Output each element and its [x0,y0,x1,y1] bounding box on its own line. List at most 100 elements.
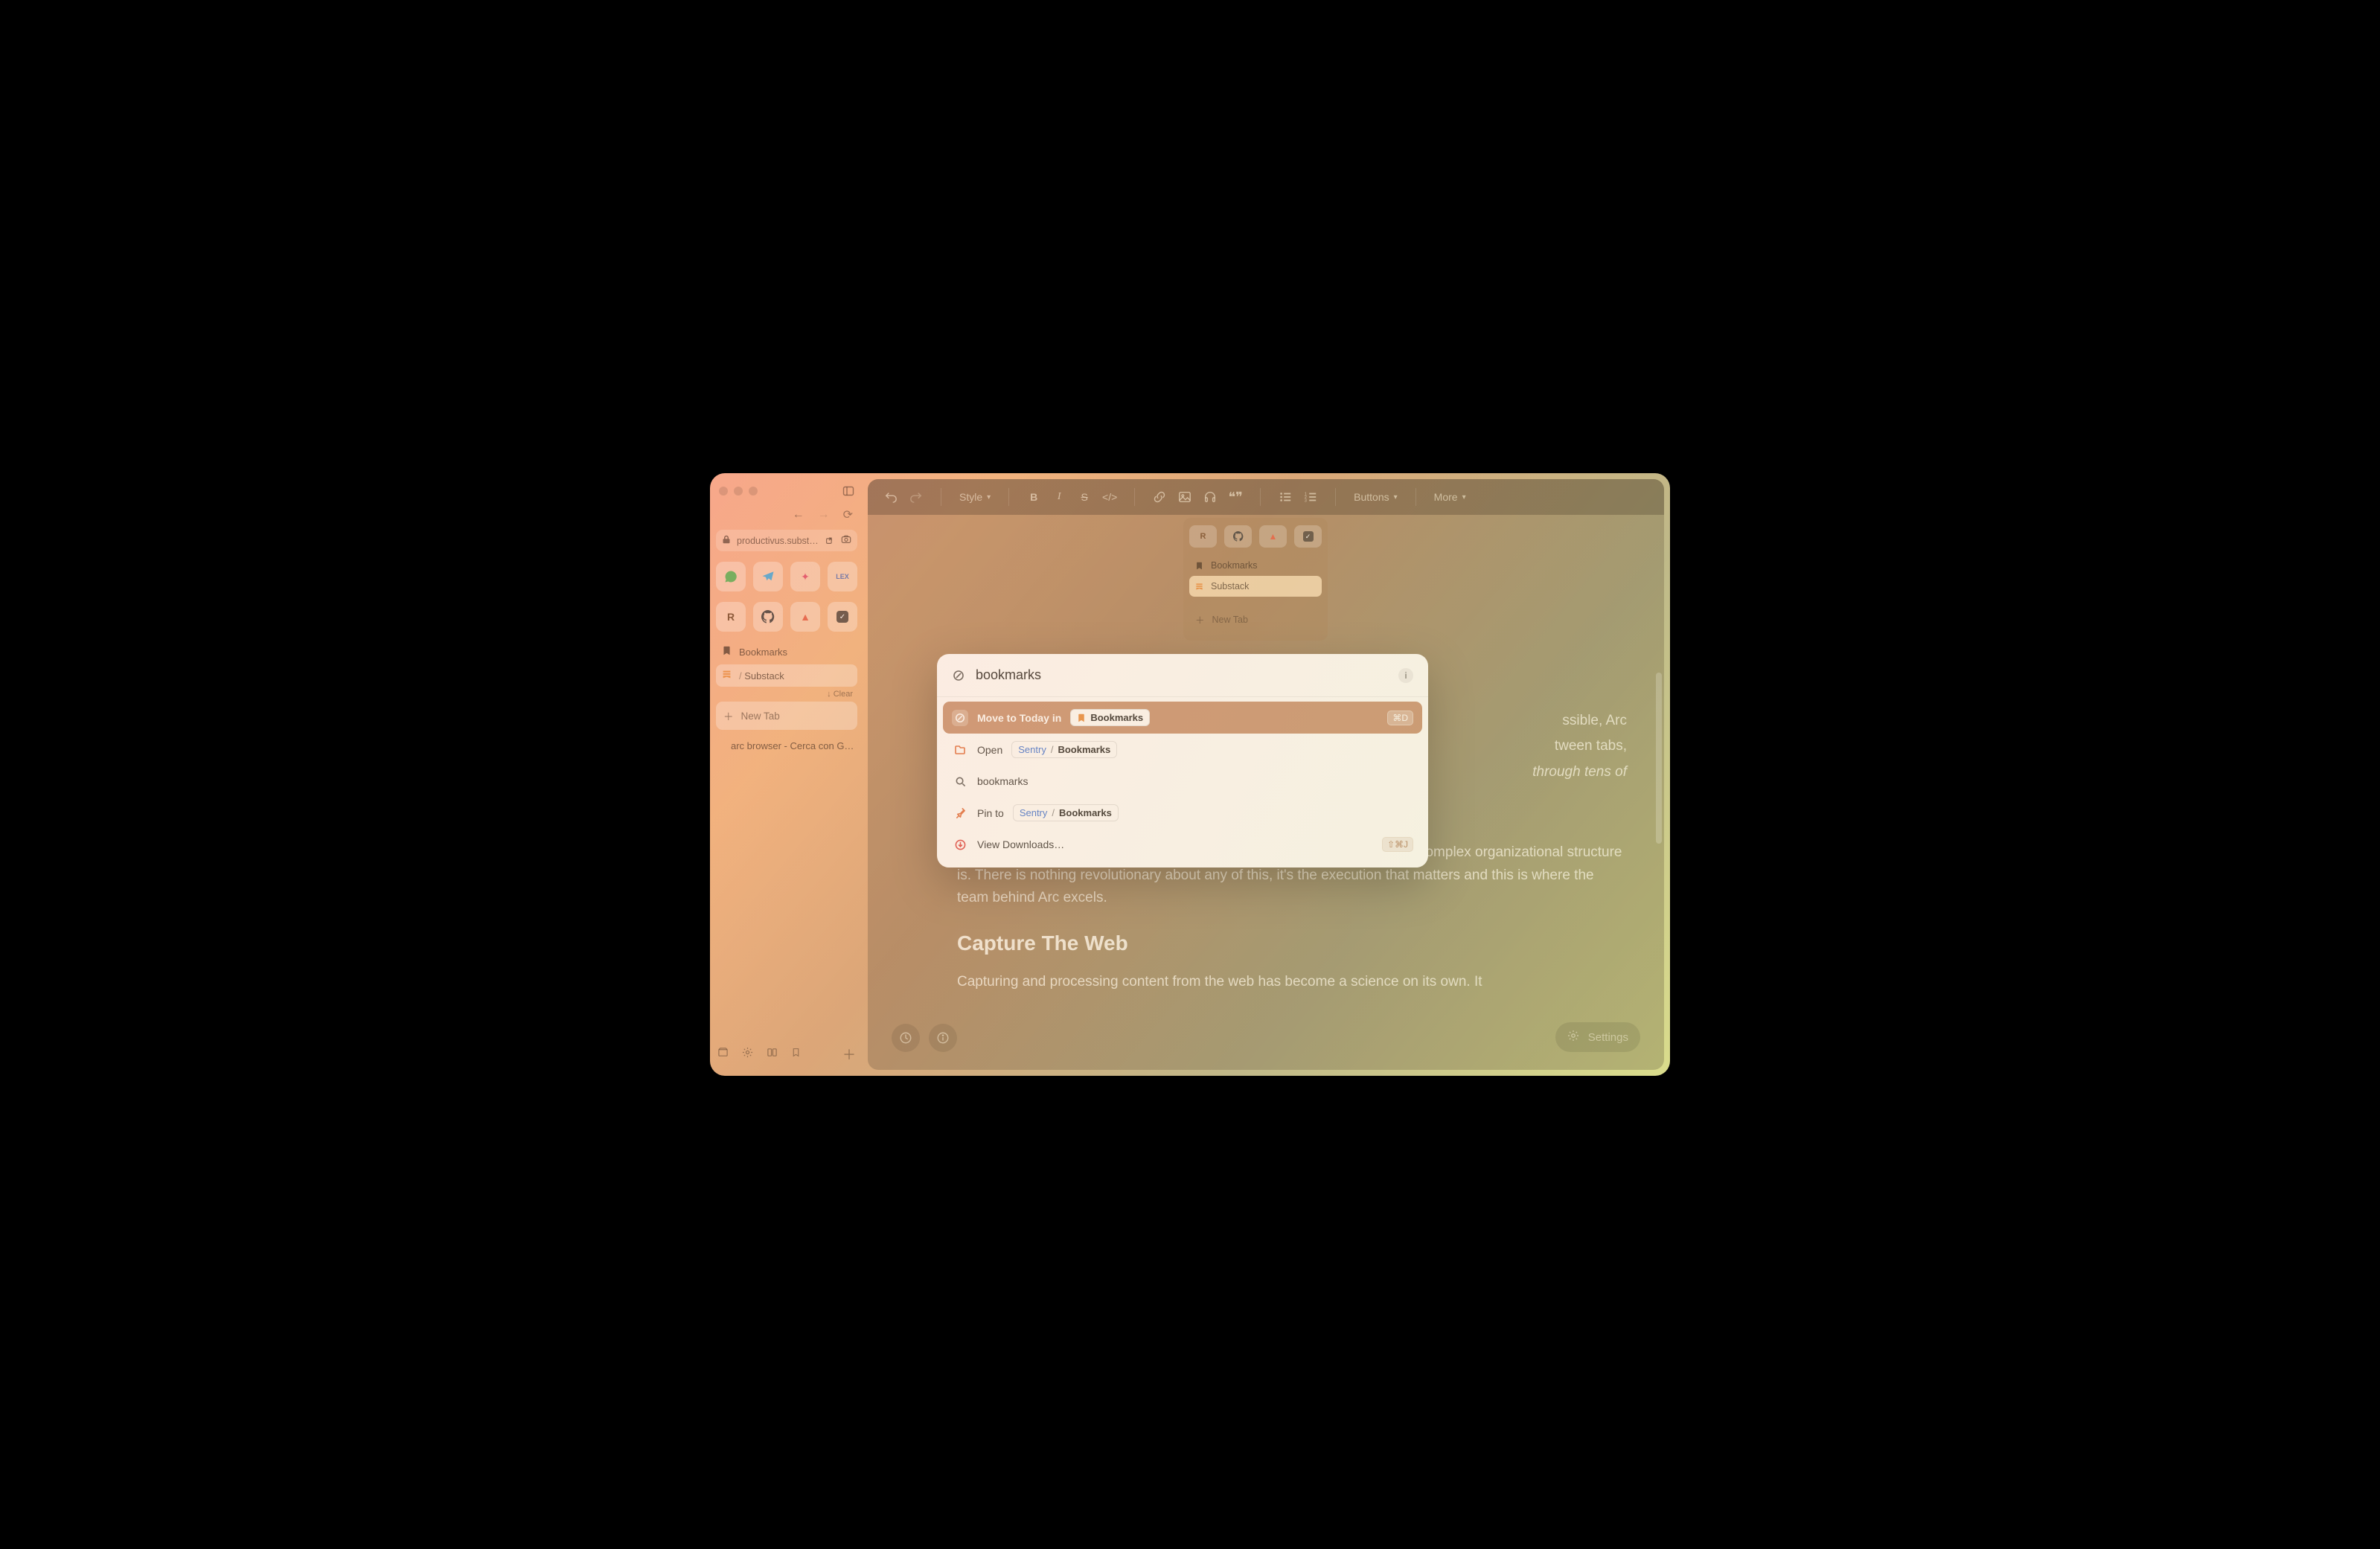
screenshot-icon[interactable] [841,534,851,547]
substack-icon [722,670,732,682]
fav-telegram[interactable] [753,562,783,591]
folder-icon [952,742,968,758]
settings-label: Settings [1588,1031,1628,1044]
mini-bookmarks: Bookmarks [1189,555,1322,576]
window-controls [716,481,857,504]
sentry-bookmarks-pill: Sentry / Bookmarks [1013,804,1119,821]
command-palette: i Move to Today in Bookmarks ⌘D Open [937,654,1428,867]
sidebar-footer: ＋ [716,1040,857,1068]
pinned-substack[interactable]: / Substack [716,664,857,687]
row-shortcut: ⇧⌘J [1382,837,1413,852]
scrollbar-thumb[interactable] [1656,673,1662,844]
buttons-dropdown[interactable]: Buttons ▾ [1354,491,1398,503]
palette-input[interactable] [976,667,1398,683]
add-space-icon[interactable]: ＋ [842,1045,856,1064]
new-tab-label: New Tab [741,711,780,722]
palette-row-downloads[interactable]: View Downloads… ⇧⌘J [943,829,1422,860]
italic-icon[interactable]: I [1052,490,1066,504]
lock-icon [722,535,731,546]
palette-scope-icon [952,669,965,682]
palette-row-pin[interactable]: Pin to Sentry / Bookmarks [943,797,1422,829]
browser-sidebar: ← → ⟳ productivus.substack ✦ LEX R ▲ [710,473,863,1076]
new-tab-button[interactable]: ＋ New Tab [716,702,857,730]
split-icon[interactable] [767,1047,778,1062]
fav-check[interactable]: ✓ [828,602,857,632]
settings-button[interactable]: Settings [1555,1022,1640,1052]
link-icon[interactable] [1153,490,1166,504]
row-shortcut: ⌘D [1387,711,1413,725]
forward-icon[interactable]: → [818,508,830,522]
bullet-list-icon[interactable] [1279,490,1292,504]
pinned-bookmarks[interactable]: Bookmarks [716,641,857,663]
clear-button[interactable]: ↓ Clear [716,687,857,700]
sentry-bookmarks-pill: Sentry / Bookmarks [1011,741,1117,758]
address-bar[interactable]: productivus.substack [716,530,857,551]
section-heading: Capture The Web [957,927,1627,960]
chevron-down-icon: ▾ [987,493,991,501]
zoom-dot[interactable] [749,487,758,496]
close-dot[interactable] [719,487,728,496]
gear-icon [1567,1030,1579,1045]
back-icon[interactable]: ← [793,508,804,522]
paragraph: Capturing and processing content from th… [957,971,1627,993]
strike-icon[interactable]: S [1078,490,1091,504]
mini-fav-github [1224,525,1252,548]
doc-image-mini-sidebar: R ▲ ✓ Bookmarks Substack ＋ New Tab [1183,518,1328,641]
minimize-dot[interactable] [734,487,743,496]
url-text: productivus.substack [737,536,819,546]
row-text: Open [977,744,1002,756]
palette-header: i [937,654,1428,697]
quote-icon[interactable]: ❝❞ [1229,490,1242,504]
row-text: bookmarks [977,775,1028,787]
palette-row-move-today[interactable]: Move to Today in Bookmarks ⌘D [943,702,1422,734]
fav-sentry[interactable]: ▲ [790,602,820,632]
gear-icon[interactable] [742,1047,753,1062]
more-dropdown[interactable]: More ▾ [1434,491,1466,503]
fav-whatsapp[interactable] [716,562,746,591]
bookmark-outline-icon[interactable] [791,1047,801,1062]
mini-fav-check: ✓ [1294,525,1322,548]
move-today-icon [952,710,968,726]
pinned-label: Bookmarks [739,647,787,658]
style-dropdown[interactable]: Style ▾ [959,491,991,503]
pinned-label: / Substack [739,670,784,682]
row-text: Pin to [977,807,1004,819]
redo-icon[interactable] [909,490,923,504]
palette-info-icon[interactable]: i [1398,668,1413,683]
info-icon[interactable] [929,1024,957,1052]
doc-history-buttons [892,1024,957,1052]
bookmarks-pill: Bookmarks [1070,709,1150,726]
svg-text:3: 3 [1305,498,1307,503]
app-window: ← → ⟳ productivus.substack ✦ LEX R ▲ [710,473,1670,1076]
code-icon[interactable]: </> [1103,490,1116,504]
favorites-row-2: R ▲ ✓ [716,602,857,632]
today-tab-label: arc browser - Cerca con G… [731,740,854,751]
bookmark-icon [722,646,732,658]
headphones-icon[interactable] [1203,490,1217,504]
history-icon[interactable] [892,1024,920,1052]
fav-lex[interactable]: LEX [828,562,857,591]
nav-buttons: ← → ⟳ [716,504,857,525]
share-icon[interactable] [825,535,835,547]
reload-icon[interactable]: ⟳ [843,507,853,522]
palette-row-open[interactable]: Open Sentry / Bookmarks [943,734,1422,766]
sidebar-toggle-icon[interactable] [842,485,854,497]
mini-substack: Substack [1189,576,1322,597]
chevron-down-icon: ▾ [1462,493,1466,501]
bold-icon[interactable]: B [1027,490,1040,504]
row-text: Move to Today in [977,712,1061,724]
palette-row-search[interactable]: bookmarks [943,766,1422,797]
chevron-down-icon: ▾ [1394,493,1398,501]
fav-github[interactable] [753,602,783,632]
library-icon[interactable] [717,1047,729,1062]
mini-new-tab: ＋ New Tab [1189,607,1322,632]
fav-r[interactable]: R [716,602,746,632]
undo-icon[interactable] [884,490,898,504]
image-icon[interactable] [1178,490,1191,504]
today-tab-google[interactable]: arc browser - Cerca con G… [716,734,857,757]
pin-icon [952,805,968,821]
mini-fav-sentry: ▲ [1259,525,1287,548]
fav-sparkle[interactable]: ✦ [790,562,820,591]
numbered-list-icon[interactable]: 123 [1304,490,1317,504]
palette-results: Move to Today in Bookmarks ⌘D Open Sentr… [937,697,1428,867]
